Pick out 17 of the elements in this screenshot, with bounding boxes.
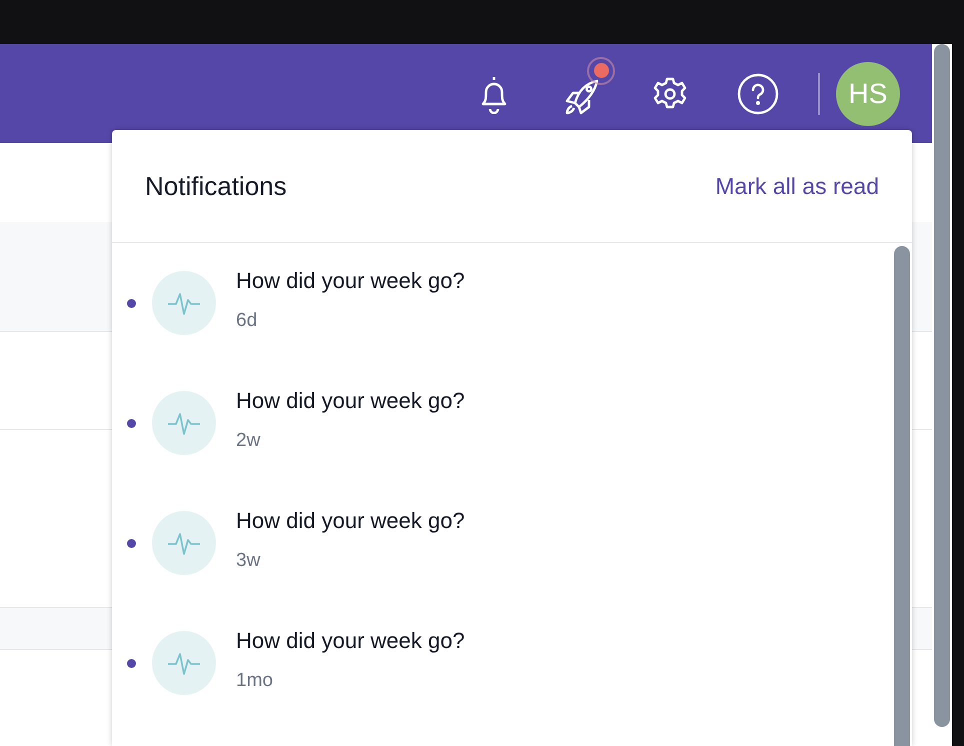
notification-title: How did your week go? bbox=[236, 627, 465, 656]
help-icon[interactable] bbox=[737, 72, 779, 114]
mark-all-read-link[interactable]: Mark all as read bbox=[715, 168, 879, 204]
notification-title: How did your week go? bbox=[236, 507, 465, 536]
notification-item[interactable]: How did your week go? 1mo bbox=[112, 603, 892, 723]
notification-item[interactable]: How did your week go? 3w bbox=[112, 483, 892, 603]
notification-time: 1mo bbox=[236, 669, 274, 694]
notification-title: How did your week go? bbox=[236, 387, 465, 416]
notification-title: How did your week go? bbox=[236, 267, 465, 296]
notification-time: 6d bbox=[236, 309, 258, 334]
scrollbar-thumb[interactable] bbox=[894, 246, 910, 746]
notification-time: 2w bbox=[236, 429, 262, 454]
notification-item[interactable]: How did your week go? 6d bbox=[112, 243, 892, 363]
scrollbar-thumb[interactable] bbox=[934, 44, 950, 727]
panel-title: Notifications bbox=[145, 170, 287, 202]
notification-item[interactable]: How did your week go? 2w bbox=[112, 363, 892, 483]
notification-time: 3w bbox=[236, 549, 262, 574]
